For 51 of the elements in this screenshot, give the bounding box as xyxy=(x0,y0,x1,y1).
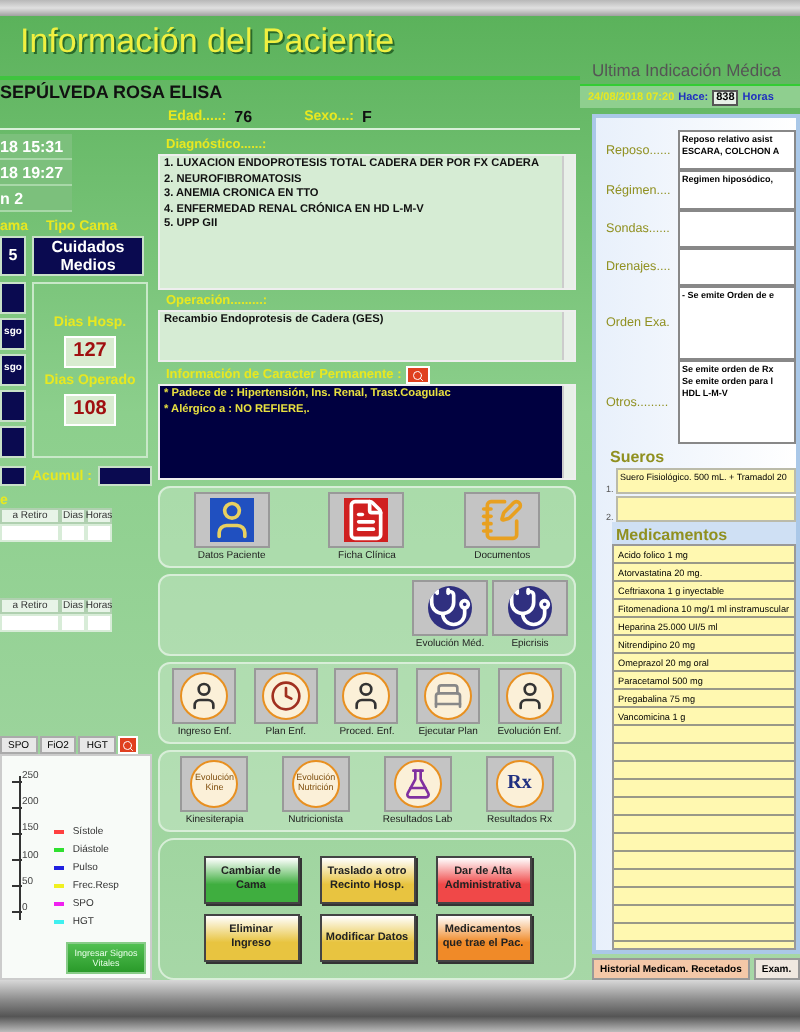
person-icon xyxy=(209,498,254,543)
clock-icon xyxy=(269,680,302,713)
bed-number-field: 5 xyxy=(0,236,26,277)
table-cell xyxy=(0,524,60,543)
module-button[interactable] xyxy=(492,580,568,637)
module-button[interactable] xyxy=(334,668,399,725)
search-icon xyxy=(411,369,424,382)
search-button[interactable] xyxy=(117,736,138,755)
sex-value: F xyxy=(361,107,372,126)
icon-caption: Rx xyxy=(507,773,532,795)
side-field xyxy=(0,426,26,459)
patient-name: SEPÚLVEDA ROSA ELISA xyxy=(0,82,223,103)
age-value: 76 xyxy=(234,107,253,126)
document-icon xyxy=(344,498,389,543)
module-button[interactable] xyxy=(383,756,452,813)
table-cell xyxy=(0,614,60,633)
search-button[interactable] xyxy=(405,366,430,385)
module-button[interactable] xyxy=(253,668,318,725)
accum-field xyxy=(97,466,152,487)
module-button[interactable]: Rx xyxy=(485,756,554,813)
indication-field xyxy=(678,210,796,248)
person-icon xyxy=(188,680,221,713)
notepad-icon xyxy=(480,498,525,543)
date-text: 18 19:27 xyxy=(0,160,72,187)
table-cell xyxy=(60,524,86,543)
flask-icon xyxy=(401,768,434,801)
module-button[interactable] xyxy=(497,668,562,725)
side-field xyxy=(0,390,26,423)
person-icon xyxy=(513,680,546,713)
bed-icon xyxy=(432,680,465,713)
module-button[interactable] xyxy=(412,580,488,637)
indication-field xyxy=(678,248,796,286)
module-button[interactable] xyxy=(328,492,405,549)
date-text: 18 15:31 xyxy=(0,134,72,161)
accum-start-field xyxy=(0,466,26,487)
module-button[interactable] xyxy=(172,668,237,725)
date-text: n 2 xyxy=(0,186,72,213)
indication-title: Ultima Indicación Médica xyxy=(590,58,783,84)
page-title: Información del Paciente xyxy=(20,22,397,64)
table-cell xyxy=(86,614,112,633)
table-cell xyxy=(60,614,86,633)
bed-type-field: Cuidados Medios xyxy=(32,236,144,277)
fluids-title: Sueros xyxy=(610,448,667,466)
stethoscope-icon xyxy=(428,586,472,631)
stethoscope-icon xyxy=(508,586,552,631)
side-field xyxy=(0,282,26,315)
days-hosp-value: 127 xyxy=(64,335,116,368)
medications-title: Medicamentos xyxy=(616,526,730,544)
person-icon xyxy=(350,680,383,713)
table-cell xyxy=(86,524,112,543)
days-operated-value: 108 xyxy=(64,393,116,426)
